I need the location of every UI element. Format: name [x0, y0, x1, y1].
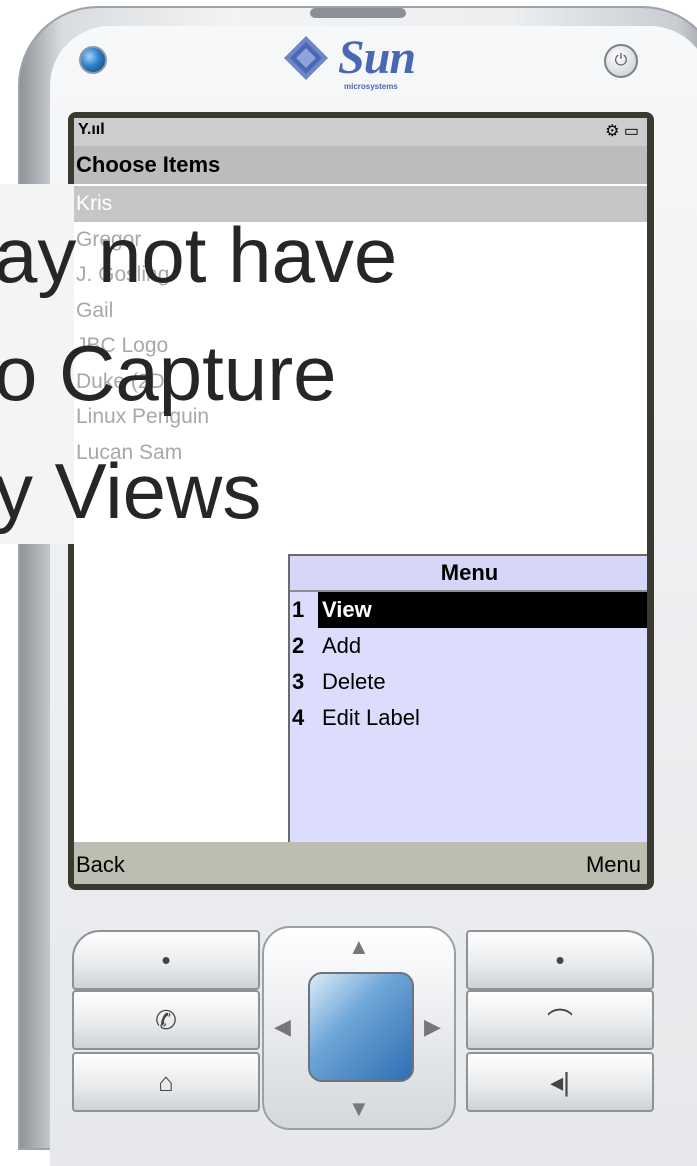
clear-icon: ◂|	[550, 1066, 570, 1097]
overlay-line: ay not have	[0, 211, 398, 299]
screen-title: Choose Items	[76, 152, 221, 177]
select-button[interactable]	[308, 972, 414, 1082]
up-arrow-icon[interactable]: ▲	[348, 934, 370, 960]
menu-title: Menu	[290, 556, 647, 592]
down-arrow-icon[interactable]: ▼	[348, 1096, 370, 1122]
left-soft-button[interactable]: •	[72, 930, 260, 990]
menu-item-number: 1	[292, 597, 305, 622]
phone-call-icon: ✆	[155, 1004, 177, 1035]
battery-icon: ⚙ ▭	[605, 123, 639, 140]
signal-strength-icon: Y.ııl	[78, 121, 105, 138]
home-button[interactable]: ⌂	[72, 1052, 260, 1112]
power-icon: ⏻	[614, 52, 628, 69]
earpiece-speaker	[310, 8, 406, 18]
right-arrow-icon[interactable]: ▶	[424, 1014, 441, 1040]
menu-item-label: Add	[322, 633, 362, 658]
dot-icon: •	[555, 944, 565, 975]
menu-item-edit-label[interactable]: 4 Edit Label	[290, 700, 647, 736]
right-soft-button[interactable]: •	[466, 930, 654, 990]
power-button[interactable]: ⏻	[604, 44, 638, 78]
menu-item-label: Edit Label	[322, 705, 420, 730]
overlay-line: y Views	[0, 447, 262, 535]
overlay-line: o Capture	[0, 329, 337, 417]
hang-up-icon: ⌒	[546, 1006, 573, 1037]
menu-item-add[interactable]: 2 Add	[290, 628, 647, 664]
menu-softkey[interactable]: Menu	[586, 852, 641, 878]
options-menu: Menu 1 View 2 Add 3 Delete 4 Edit Label	[288, 554, 647, 842]
clear-button[interactable]: ◂|	[466, 1052, 654, 1112]
home-icon: ⌂	[158, 1066, 174, 1097]
sun-diamond-icon	[284, 36, 328, 80]
menu-item-label: View	[318, 592, 647, 628]
left-arrow-icon[interactable]: ◀	[274, 1014, 291, 1040]
dot-icon: •	[161, 944, 171, 975]
menu-item-number: 3	[292, 669, 305, 694]
sun-logo: Sun microsystems	[282, 30, 432, 100]
back-softkey[interactable]: Back	[76, 852, 125, 878]
menu-item-delete[interactable]: 3 Delete	[290, 664, 647, 700]
menu-item-view[interactable]: 1 View	[290, 592, 647, 628]
menu-item-number: 4	[292, 705, 305, 730]
menu-item-number: 2	[292, 633, 305, 658]
screen-title-bar: Choose Items	[74, 146, 647, 184]
call-button[interactable]: ✆	[72, 990, 260, 1050]
status-bar: Y.ııl ⚙ ▭	[74, 118, 647, 146]
menu-item-label: Delete	[322, 669, 386, 694]
status-led-icon	[79, 46, 107, 74]
overlay-caption: ay not have o Capture y Views	[0, 196, 397, 550]
end-call-button[interactable]: ⌒	[466, 990, 654, 1050]
brand-name: Sun	[338, 31, 416, 84]
softkey-bar: Back Menu	[74, 842, 647, 884]
navigation-dpad[interactable]: ▲ ▼ ◀ ▶	[262, 926, 456, 1130]
brand-subtitle: microsystems	[344, 82, 398, 91]
